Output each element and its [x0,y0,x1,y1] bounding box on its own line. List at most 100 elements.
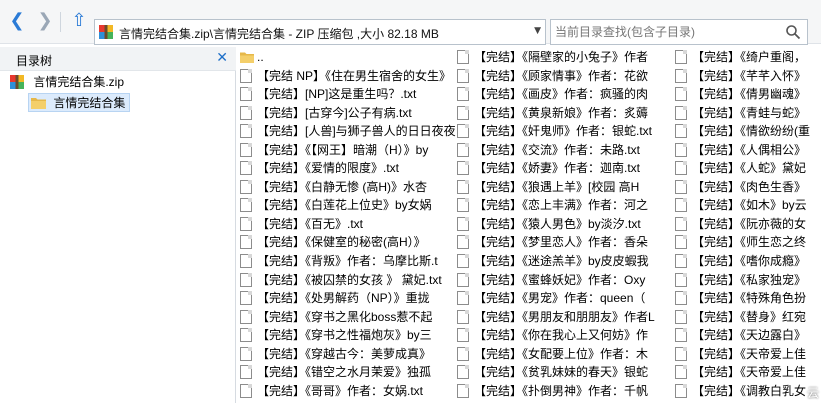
back-arrow-icon[interactable]: ❮ [6,10,28,32]
list-item[interactable]: 【完结】《如木》by云 [672,196,821,214]
file-name: 【完结】《娇妻》作者：迦南.txt [474,161,641,176]
file-name: 【完结】《私家独宠》 [692,272,807,287]
list-item[interactable]: 【完结】《恋上丰满》作者：河之 [454,196,672,214]
file-name: 【完结】《贫乳妹妹的春天》银蛇 [474,365,649,380]
close-icon[interactable]: ✕ [216,50,228,66]
list-item[interactable]: 【完结】《嗜你成瘾》 [672,252,821,270]
file-name: 【完结 NP】《住在男生宿舍的女生》 [257,68,452,83]
file-name: 【完结】《扑倒男神》作者：千帆 [474,383,649,398]
list-item[interactable]: 【完结】《男宠》作者：queen（ [454,289,672,307]
list-item[interactable]: 【完结】《狼遇上羊》[校园 高H [454,178,672,196]
tree-item-label: 言情完结合集.zip [33,75,125,89]
list-item[interactable]: 【完结】《交流》作者：未路.txt [454,141,672,159]
list-item[interactable]: 【完结】《替身》红宛 [672,308,821,326]
list-item[interactable]: 【完结】《娇妻》作者：迦南.txt [454,159,672,177]
list-item[interactable]: 【完结】《顾家情事》作者：花欲 [454,67,672,85]
list-item[interactable]: 【完结】《黄泉新娘》作者：炙薅 [454,104,672,122]
directory-tree-title: 目录树 [16,54,53,68]
tree-item-archive[interactable]: 言情完结合集.zip [10,73,124,91]
list-item[interactable]: 【完结】《绮户重阁， [672,48,821,66]
list-item[interactable]: 【完结】[古穿今]公子有病.txt [237,104,457,122]
list-item[interactable]: 【完结】《穿越古今：美萝成真》 [237,345,457,363]
list-item[interactable]: 【完结】《画皮》作者：疯骚的肉 [454,85,672,103]
list-item[interactable]: 【完结】《被囚禁的女孩 》 黛妃.txt [237,271,457,289]
text-file-icon [240,161,252,176]
text-file-icon [457,216,469,231]
file-name: 【完结】《你在我心上又何妨》作 [474,328,649,343]
list-item[interactable]: 【完结】《调教白乳女 [672,382,821,400]
list-item[interactable]: 【完结】《阮亦薇的女 [672,215,821,233]
list-item[interactable]: 【完结 NP】《住在男生宿舍的女生》 [237,67,457,85]
text-file-icon [675,346,687,361]
list-item[interactable]: 【完结】《穿书之性福炮灰》by三 [237,326,457,344]
list-item[interactable]: 【完结】《贫乳妹妹的春天》银蛇 [454,363,672,381]
folder-icon [240,52,254,63]
list-item[interactable]: 【完结】《猿人男色》by淡汐.txt [454,215,672,233]
list-item[interactable]: .. [237,48,457,66]
text-file-icon [457,105,469,120]
list-item[interactable]: 【完结】《白莲花上位史》by女娲 [237,196,457,214]
list-item[interactable]: 【完结】《穿书之黑化boss惹不起 [237,308,457,326]
text-file-icon [675,216,687,231]
file-name: 【完结】《女配要上位》作者：木 [474,346,649,361]
list-item[interactable]: 【完结】《芊芊入怀》 [672,67,821,85]
list-item[interactable]: 【完结】[NP]这是重生吗？.txt [237,85,457,103]
list-item[interactable]: 【完结】《女配要上位》作者：木 [454,345,672,363]
text-file-icon [457,346,469,361]
list-item[interactable]: 【完结】《倩男幽魂》 [672,85,821,103]
list-item[interactable]: 【完结】《扑倒男神》作者：千帆 [454,382,672,400]
forward-arrow-icon[interactable]: ❯ [34,10,56,32]
text-file-icon [240,328,252,343]
list-item[interactable]: 【完结】《保健室的秘密(高H）》 [237,233,457,251]
search-input[interactable] [551,20,783,44]
address-bar[interactable]: 言情完结合集.zip\言情完结合集 - ZIP 压缩包 ,大小 82.18 MB… [94,19,546,45]
list-item[interactable]: 【完结】《迷途羔羊》by皮皮蝦我 [454,252,672,270]
file-name: 【完结】《黄泉新娘》作者：炙薅 [474,105,649,120]
tree-item-folder[interactable]: 言情完结合集 [28,93,131,112]
file-name: 【完结】《处男解药（NP）》重拢 [257,291,430,306]
list-item[interactable]: 【完结】[人兽]与狮子兽人的日日夜夜 [237,122,457,140]
list-item[interactable]: 【完结】《天帝爱上佳 [672,345,821,363]
list-item[interactable]: 【完结】《爱情的限度》.txt [237,159,457,177]
search-box[interactable] [550,19,808,45]
chevron-down-icon[interactable]: ▼ [534,26,541,36]
list-item[interactable]: 【完结】《人蛇》黛妃 [672,159,821,177]
list-item[interactable]: 【完结】《隔壁家的小兔子》作者 [454,48,672,66]
list-item[interactable]: 【完结】《男朋友和朋朋友》作者L [454,308,672,326]
file-name: 【完结】《被囚禁的女孩 》 黛妃.txt [257,272,442,287]
list-item[interactable]: 【完结】《百无》.txt [237,215,457,233]
list-item[interactable]: 【完结】《私家独宠》 [672,271,821,289]
file-name: 【完结】《替身》红宛 [692,309,807,324]
list-item[interactable]: 【完结】《天帝爱上佳 [672,363,821,381]
list-item[interactable]: 【完结】《特殊角色扮 [672,289,821,307]
list-item[interactable]: 【完结】《蜜蜂妖妃》作者：Oxy [454,271,672,289]
list-item[interactable]: 【完结】《奸鬼师》作者：银蛇.txt [454,122,672,140]
tree-item-label: 言情完结合集 [53,96,126,110]
list-item[interactable]: 【完结】《哥哥》作者：女娲.txt [237,382,457,400]
list-item[interactable]: 【完结】《肉色生香》 [672,178,821,196]
list-item[interactable]: 【完结】《梦里恋人》作者：香朵 [454,233,672,251]
up-folder-icon[interactable]: ⇧ [68,10,90,32]
text-file-icon [675,198,687,213]
list-item[interactable]: 【完结】《你在我心上又何妨》作 [454,326,672,344]
list-item[interactable]: 【完结】《错空之水月茉爱》独孤 [237,363,457,381]
list-item[interactable]: 【完结】《【网王】暗潮（H）》by [237,141,457,159]
list-item[interactable]: 【完结】《人偶相公》 [672,141,821,159]
list-item[interactable]: 【完结】《处男解药（NP）》重拢 [237,289,457,307]
text-file-icon [240,179,252,194]
folder-icon [31,98,46,109]
search-icon[interactable] [785,24,801,40]
text-file-icon [240,365,252,380]
file-name: .. [257,50,264,64]
text-file-icon [675,124,687,139]
file-name: 【完结】《男朋友和朋朋友》作者L [474,309,655,324]
list-item[interactable]: 【完结】《青蛙与蛇》 [672,104,821,122]
file-name: 【完结】《人偶相公》 [692,142,807,157]
list-item[interactable]: 【完结】《师生恋之终 [672,233,821,251]
list-item[interactable]: 【完结】《白静无惨 (高H)》水杏 [237,178,457,196]
text-file-icon [240,272,252,287]
list-item[interactable]: 【完结】《情欲纷纷(重 [672,122,821,140]
text-file-icon [457,179,469,194]
list-item[interactable]: 【完结】《天边露白》 [672,326,821,344]
list-item[interactable]: 【完结】《背叛》作者：乌摩比斯.t [237,252,457,270]
